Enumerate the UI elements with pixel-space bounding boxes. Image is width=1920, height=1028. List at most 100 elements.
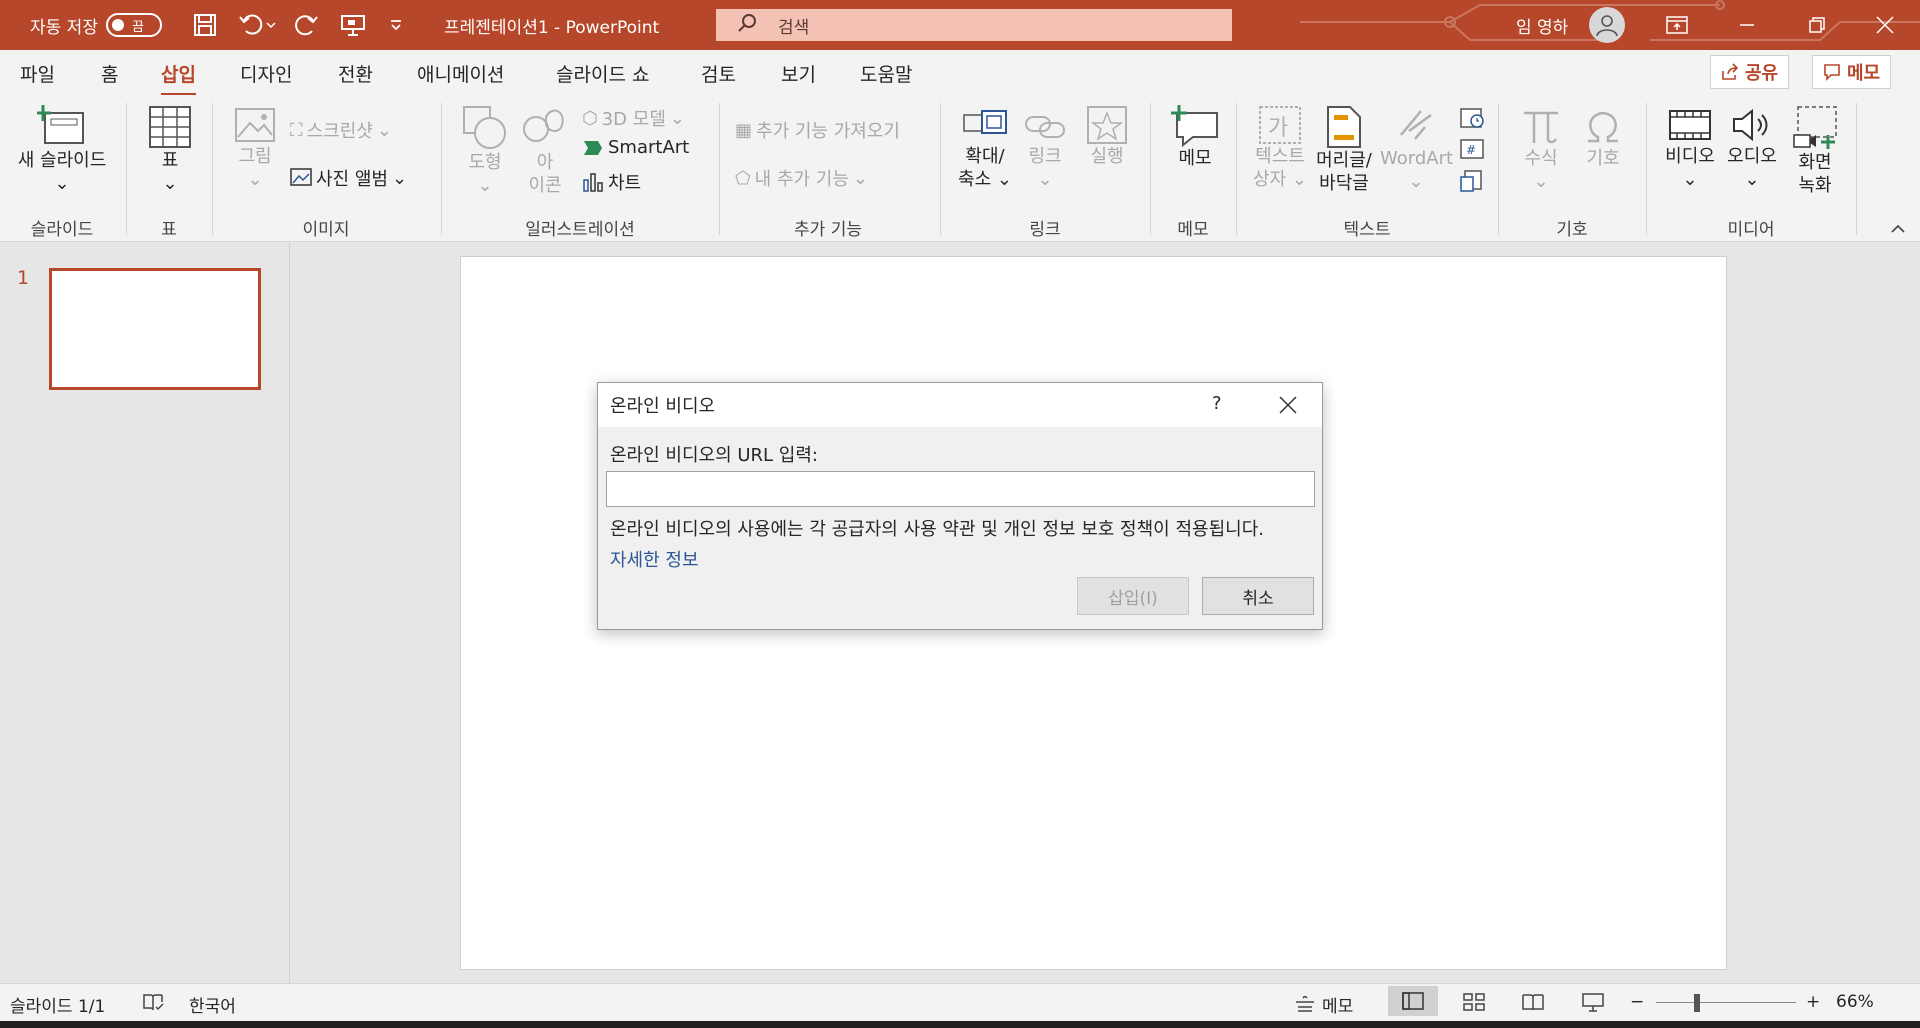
zoom-slider[interactable] [1656,1002,1796,1003]
symbol-button[interactable]: 기호 [1578,105,1628,170]
tab-help[interactable]: 도움말 [860,60,912,87]
smartart-icon [584,140,602,155]
tab-transitions[interactable]: 전환 [338,60,373,87]
tab-review[interactable]: 검토 [701,60,736,87]
undo-icon[interactable] [238,0,278,50]
zoom-out-button[interactable]: − [1630,992,1644,1012]
search-box[interactable]: 검색 [716,9,1232,41]
chart-button[interactable]: 차트 [582,169,641,195]
divider [1646,103,1647,235]
video-label: 비디오 [1665,146,1715,167]
photo-album-button[interactable]: 사진 앨범 ⌄ [290,165,407,191]
title-bar: 자동 저장 끔 프레젠테이션1 - PowerPoint 검색 임 영하 [0,0,1920,50]
insert-button[interactable]: 삽입(I) [1077,577,1189,615]
comments-button[interactable]: 메모 [1812,55,1892,89]
chart-icon [583,173,603,192]
photo-album-icon [290,168,312,186]
more-info-link[interactable]: 자세한 정보 [610,546,699,572]
screen-recording-icon [1793,106,1837,149]
new-comment-icon [1171,105,1218,147]
zoom-button[interactable]: 확대/축소 ⌄ [955,105,1015,191]
ribbon-display-button[interactable] [1642,0,1712,50]
video-button[interactable]: 비디오 ⌄ [1660,105,1720,191]
chevron-down-icon: ⌄ [991,169,1012,190]
link-button[interactable]: 링크 ⌄ [1020,105,1070,191]
zoom-slider-thumb[interactable] [1694,994,1700,1012]
tab-animations[interactable]: 애니메이션 [417,60,504,87]
chart-label: 차트 [608,173,642,194]
help-button[interactable]: ? [1212,393,1222,414]
restore-button[interactable] [1782,0,1852,50]
zoom-in-button[interactable]: + [1806,992,1820,1012]
object-button[interactable] [1458,169,1486,199]
close-button[interactable] [1850,0,1920,50]
action-button[interactable]: 실행 [1082,105,1132,168]
wordart-button[interactable]: WordArt ⌄ [1380,105,1453,193]
chevron-down-icon: ⌄ [1286,169,1307,190]
screenshot-button[interactable]: ⛶ 스크린샷 ⌄ [290,117,392,143]
divider [1236,103,1237,235]
cancel-button[interactable]: 취소 [1202,577,1314,615]
user-avatar[interactable] [1589,0,1625,50]
reading-view-button[interactable] [1521,992,1545,1012]
slide-sorter-icon [1463,993,1485,1011]
comment-icon [1824,64,1840,81]
equation-button[interactable]: 수식 ⌄ [1515,105,1567,193]
autosave-state: 끔 [131,20,144,35]
accessibility-icon[interactable] [142,992,164,1012]
url-input[interactable] [606,471,1315,507]
3d-models-button[interactable]: ⬡ 3D 모델 ⌄ [582,105,685,131]
icons-button[interactable]: 아 이콘 [520,105,570,197]
shapes-button[interactable]: 도형 ⌄ [460,105,510,197]
smartart-button[interactable]: SmartArt [582,137,689,158]
new-slide-button[interactable]: 새 슬라이드 ⌄ [12,105,112,195]
slideshow-button[interactable] [1581,992,1605,1012]
audio-button[interactable]: 오디오 ⌄ [1722,105,1782,191]
normal-view-button[interactable] [1388,986,1438,1016]
customize-qat-icon[interactable] [388,0,404,50]
table-button[interactable]: 표 ⌄ [140,105,200,195]
autosave[interactable]: 자동 저장 끔 [30,0,162,50]
table-icon [149,106,191,148]
get-addins-button[interactable]: ▦ 추가 기능 가져오기 [735,117,900,143]
save-icon[interactable] [193,0,217,50]
textbox-button[interactable]: 가 텍스트 상자 ⌄ [1250,105,1310,191]
user-name[interactable]: 임 영하 [1516,0,1568,50]
svg-text:#: # [1466,143,1476,157]
notes-button[interactable]: 메모 [1294,992,1353,1017]
date-time-button[interactable] [1458,105,1486,135]
language[interactable]: 한국어 [189,992,236,1017]
new-comment-button[interactable]: 메모 [1165,105,1225,170]
taskbar-edge [0,1021,1920,1028]
tab-design[interactable]: 디자인 [240,60,292,87]
slide-number-button[interactable]: # [1458,137,1486,167]
autosave-toggle[interactable]: 끔 [105,13,162,37]
collapse-ribbon-icon[interactable] [1890,219,1906,238]
tab-file[interactable]: 파일 [20,60,55,87]
pictures-button[interactable]: 그림 ⌄ [230,107,280,191]
zoom-level[interactable]: 66% [1836,992,1874,1012]
slide-thumbnail[interactable] [49,268,261,390]
tab-home[interactable]: 홈 [101,60,118,87]
share-label: 공유 [1745,63,1779,84]
photo-album-label: 사진 앨범 [316,169,388,190]
my-addins-button[interactable]: ⬠ 내 추가 기능 ⌄ [735,165,868,191]
tab-insert[interactable]: 삽입 [161,60,196,96]
slide-sorter-button[interactable] [1462,992,1486,1012]
textbox-icon: 가 [1259,106,1301,144]
share-icon [1722,63,1739,80]
video-icon [1669,110,1711,140]
header-footer-button[interactable]: 머리글/바닥글 [1313,105,1375,195]
minimize-button[interactable] [1712,0,1782,50]
share-button[interactable]: 공유 [1710,55,1790,89]
screen-recording-button[interactable]: 화면 녹화 [1785,105,1845,197]
divider [719,103,720,235]
textbox-label-1: 텍스트 [1255,146,1305,167]
tab-view[interactable]: 보기 [781,60,816,87]
redo-icon[interactable] [295,0,319,50]
get-addins-label: 추가 기능 가져오기 [756,121,900,142]
dialog-close-icon[interactable] [1278,395,1298,420]
present-icon[interactable] [340,0,366,50]
pi-icon [1524,111,1558,144]
tab-slideshow[interactable]: 슬라이드 쇼 [556,60,649,87]
